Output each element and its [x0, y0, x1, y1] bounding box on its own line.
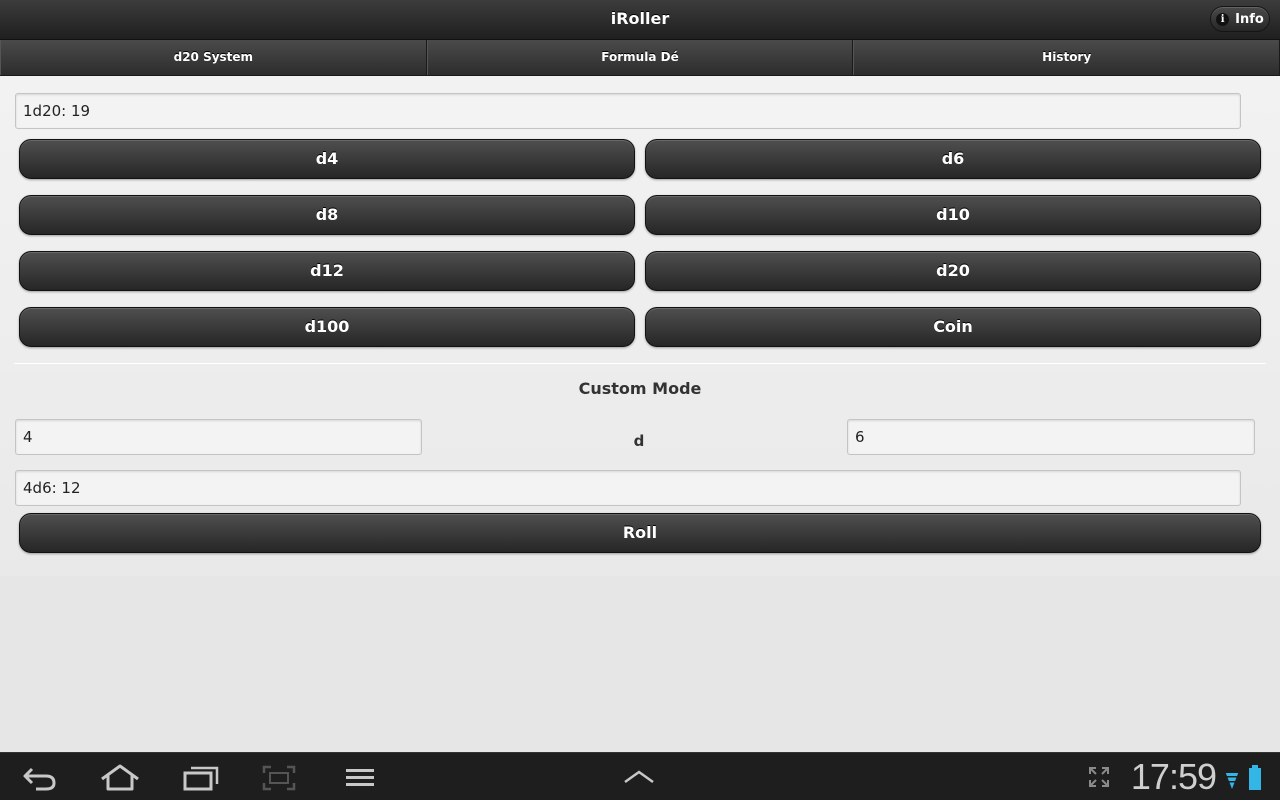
d20-button[interactable]: d20 [645, 251, 1261, 291]
back-icon[interactable] [22, 765, 58, 791]
main-content: 1d20: 19 d4 d6 d8 d10 d12 d20 d100 Coin … [0, 76, 1280, 576]
chevron-up-icon[interactable] [622, 769, 656, 785]
status-clock: 17:59 [1130, 756, 1217, 797]
tab-history[interactable]: History [853, 40, 1280, 75]
app-title: iRoller [610, 9, 670, 28]
info-label: Info [1235, 11, 1264, 27]
custom-result-field[interactable]: 4d6: 12 [15, 470, 1241, 506]
d20-result-field[interactable]: 1d20: 19 [15, 93, 1241, 129]
dice-separator-label: d [633, 432, 645, 450]
tab-formula-de[interactable]: Formula Dé [426, 40, 854, 75]
fullscreen-icon[interactable] [1088, 766, 1110, 788]
screenshot-icon[interactable] [262, 765, 296, 791]
dice-sides-input[interactable]: 6 [847, 419, 1255, 455]
d4-button[interactable]: d4 [19, 139, 635, 179]
battery-icon [1249, 765, 1261, 790]
d8-button[interactable]: d8 [19, 195, 635, 235]
wifi-icon [1225, 771, 1239, 789]
home-icon[interactable] [100, 763, 140, 791]
action-bar: iRoller i Info [0, 0, 1280, 40]
tab-bar: d20 System Formula Dé History [0, 40, 1280, 76]
coin-button[interactable]: Coin [645, 307, 1261, 347]
custom-mode-title: Custom Mode [578, 379, 702, 398]
d100-button[interactable]: d100 [19, 307, 635, 347]
system-bar: 17:59 [0, 752, 1280, 800]
d10-button[interactable]: d10 [645, 195, 1261, 235]
info-icon: i [1216, 12, 1230, 26]
d6-button[interactable]: d6 [645, 139, 1261, 179]
menu-icon[interactable] [344, 767, 376, 789]
tab-d20-system[interactable]: d20 System [0, 40, 427, 75]
section-divider [14, 363, 1266, 364]
roll-button[interactable]: Roll [19, 513, 1261, 553]
recent-apps-icon[interactable] [183, 765, 219, 791]
d12-button[interactable]: d12 [19, 251, 635, 291]
dice-count-input[interactable]: 4 [15, 419, 422, 455]
info-button[interactable]: i Info [1210, 6, 1270, 32]
